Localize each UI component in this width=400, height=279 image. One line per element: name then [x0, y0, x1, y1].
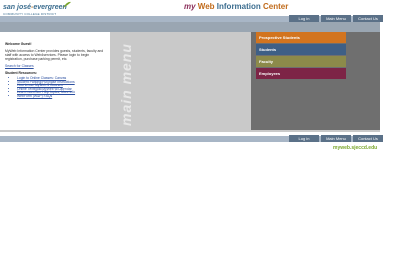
- footer-login-button[interactable]: Log in: [289, 135, 319, 142]
- employees-button[interactable]: Employees: [256, 68, 346, 79]
- footer-main-menu-button[interactable]: Main Menu: [321, 135, 351, 142]
- student-resources-title: Student Resources:: [5, 71, 38, 75]
- welcome-heading: Welcome Guest!: [5, 42, 32, 46]
- login-button[interactable]: Log in: [289, 15, 319, 22]
- main-menu-watermark: main menu: [118, 43, 134, 126]
- logo-leaf-icon: [63, 1, 71, 8]
- footer-contact-us-button[interactable]: Contact Us: [353, 135, 383, 142]
- main-content: Welcome Guest! MyWeb Information Center …: [5, 42, 107, 99]
- resource-link[interactable]: WebForm (W&P) FAQs: [17, 94, 107, 99]
- footer-url[interactable]: myweb.sjeccd.edu: [333, 145, 377, 151]
- prospective-students-button[interactable]: Prospective Students: [256, 32, 346, 43]
- top-nav: Log in Main Menu Contact Us: [287, 15, 383, 22]
- header-strip: [0, 22, 380, 32]
- search-classes-link[interactable]: Search for Classes: [5, 64, 34, 68]
- bottom-nav: Log in Main Menu Contact Us: [287, 135, 383, 142]
- student-resources-list: Login to Online Classes: Canvas Student …: [5, 76, 107, 99]
- site-title: my Web Information Center: [184, 2, 289, 11]
- side-nav: Prospective Students Students Faculty Em…: [256, 32, 346, 80]
- students-button[interactable]: Students: [256, 44, 346, 55]
- intro-text: MyWeb Information Center provides guests…: [5, 49, 104, 61]
- main-menu-button[interactable]: Main Menu: [321, 15, 351, 22]
- faculty-button[interactable]: Faculty: [256, 56, 346, 67]
- divider: [0, 130, 380, 132]
- contact-us-button[interactable]: Contact Us: [353, 15, 383, 22]
